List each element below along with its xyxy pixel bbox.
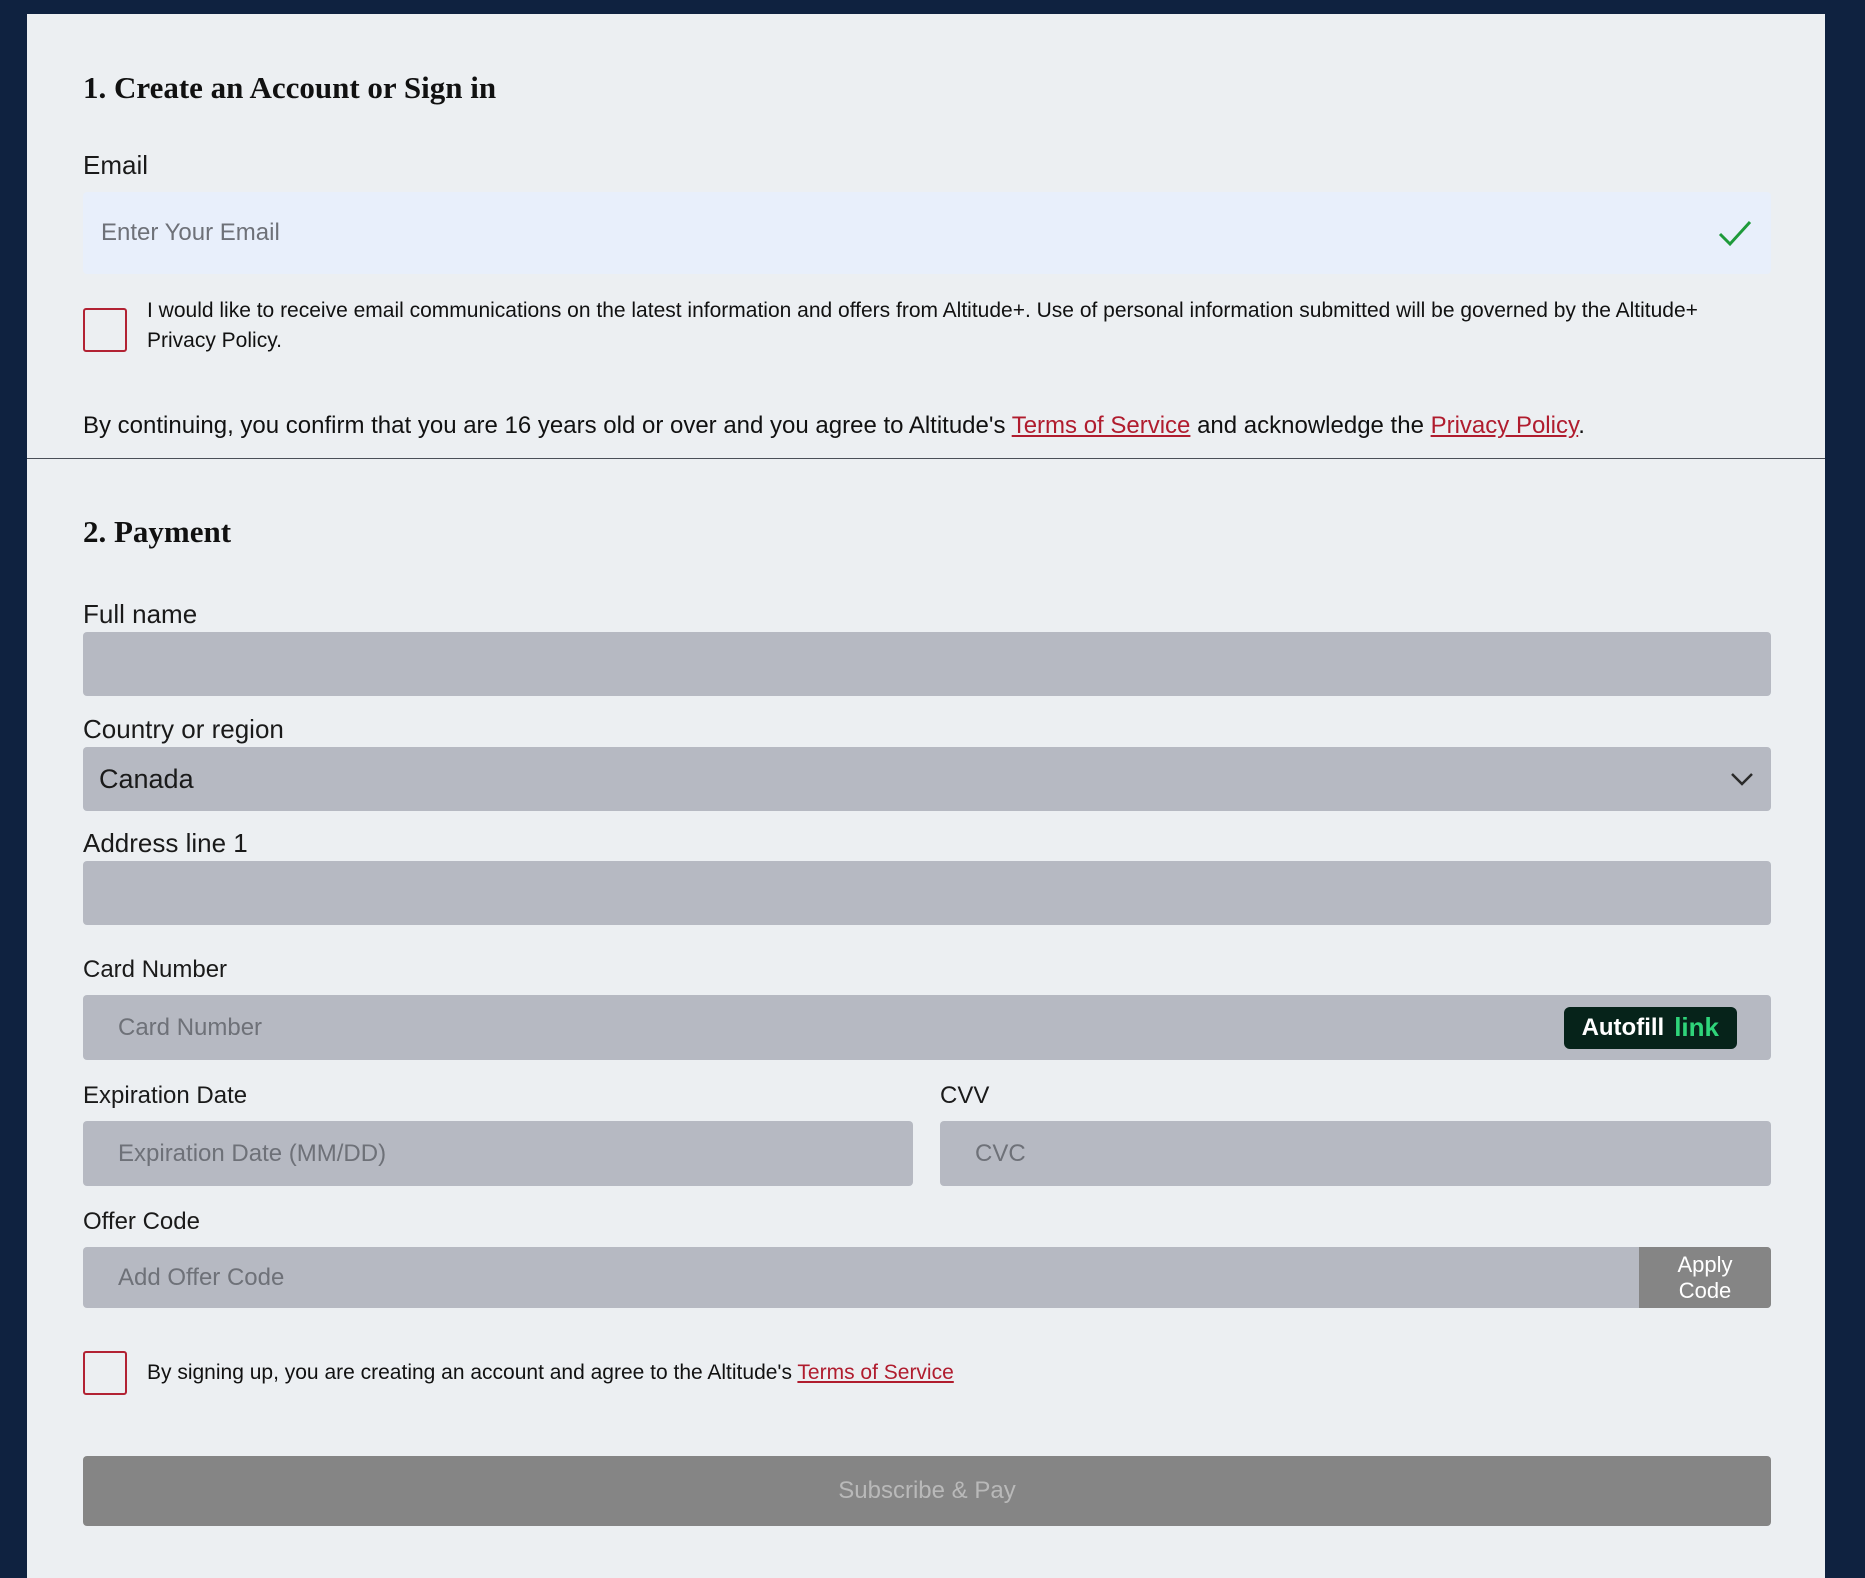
email-label: Email: [83, 150, 149, 180]
subscribe-pay-label: Subscribe & Pay: [838, 1477, 1016, 1504]
signup-row: By signing up, you are creating an accou…: [83, 1351, 954, 1395]
email-placeholder: Enter Your Email: [101, 219, 280, 246]
opt-in-row: I would like to receive email communicat…: [83, 296, 1771, 356]
autofill-text: Autofill: [1581, 1013, 1665, 1041]
country-label: Country or region: [83, 714, 284, 744]
full-name-label: Full name: [83, 599, 198, 629]
email-field[interactable]: Enter Your Email: [83, 192, 1771, 274]
signup-checkbox[interactable]: [83, 1351, 127, 1395]
cvv-placeholder: CVC: [975, 1139, 1026, 1167]
address-input[interactable]: [83, 861, 1771, 925]
full-name-input[interactable]: [83, 632, 1771, 696]
cvv-input[interactable]: CVC: [940, 1121, 1771, 1186]
expiry-placeholder: Expiration Date (MM/DD): [118, 1139, 387, 1167]
account-section: 1. Create an Account or Sign in Email En…: [27, 14, 1825, 459]
offer-code-label: Offer Code: [83, 1208, 200, 1235]
confirm-prefix: By continuing, you confirm that you are …: [83, 412, 1012, 439]
opt-in-checkbox[interactable]: [83, 308, 127, 352]
terms-of-service-link[interactable]: Terms of Service: [1012, 412, 1191, 439]
country-value: Canada: [99, 763, 194, 794]
chevron-down-icon: [1729, 771, 1755, 787]
account-heading: 1. Create an Account or Sign in: [83, 70, 497, 105]
cvv-label: CVV: [940, 1082, 990, 1109]
confirm-text: By continuing, you confirm that you are …: [83, 412, 1585, 440]
autofill-link-button[interactable]: Autofill link: [1563, 1006, 1737, 1049]
privacy-policy-link[interactable]: Privacy Policy: [1431, 412, 1579, 439]
checkout-panel: 1. Create an Account or Sign in Email En…: [27, 14, 1825, 1578]
expiry-input[interactable]: Expiration Date (MM/DD): [83, 1121, 913, 1186]
card-number-placeholder: Card Number: [118, 1013, 263, 1041]
link-brand-text: link: [1674, 1012, 1719, 1042]
check-icon: [1717, 218, 1753, 248]
signup-prefix: By signing up, you are creating an accou…: [147, 1361, 798, 1384]
payment-heading: 2. Payment: [83, 514, 232, 549]
card-number-label: Card Number: [83, 956, 228, 983]
opt-in-text: I would like to receive email communicat…: [147, 299, 1698, 352]
offer-code-input[interactable]: Add Offer Code Apply Code: [83, 1247, 1771, 1308]
offer-code-placeholder: Add Offer Code: [118, 1263, 285, 1291]
signup-text: By signing up, you are creating an accou…: [147, 1361, 954, 1385]
confirm-suffix: .: [1578, 412, 1585, 439]
section-divider: [27, 458, 1825, 459]
expiry-label: Expiration Date: [83, 1082, 248, 1109]
confirm-middle: and acknowledge the: [1190, 412, 1431, 439]
card-number-input[interactable]: Card Number Autofill link: [83, 995, 1771, 1060]
country-select[interactable]: Canada: [83, 747, 1771, 811]
subscribe-pay-button[interactable]: Subscribe & Pay: [83, 1456, 1771, 1526]
signup-terms-link[interactable]: Terms of Service: [797, 1361, 953, 1384]
apply-code-button[interactable]: Apply Code: [1639, 1247, 1771, 1308]
address-label: Address line 1: [83, 828, 248, 858]
